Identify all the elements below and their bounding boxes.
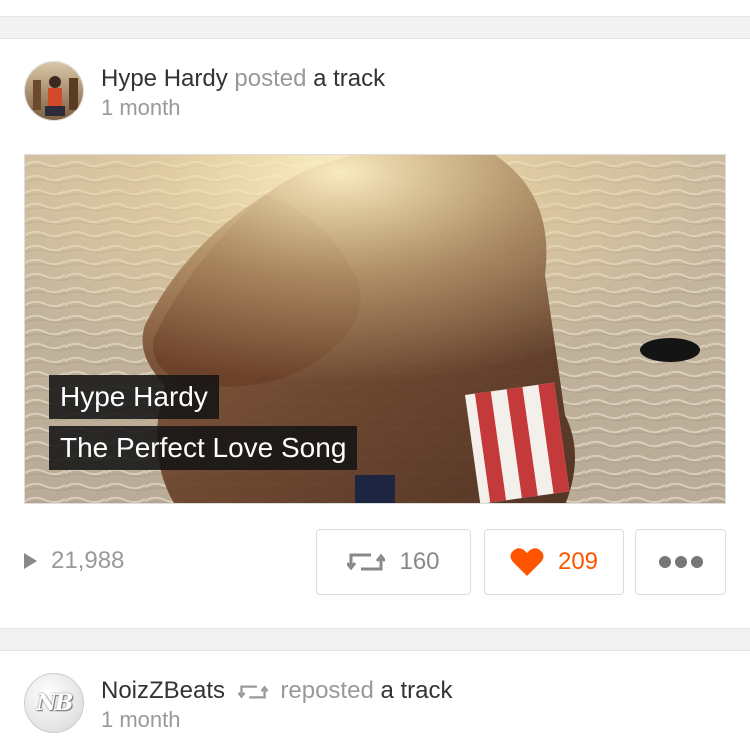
repost-object: a track bbox=[380, 677, 453, 704]
like-count: 209 bbox=[557, 548, 599, 575]
avatar-photo-icon bbox=[25, 62, 83, 120]
heart-icon bbox=[510, 548, 544, 576]
repost-action-line: NoizZBeats reposted a track bbox=[101, 676, 453, 706]
repost-button[interactable]: 160 bbox=[316, 529, 471, 595]
repost-verb: reposted bbox=[280, 677, 374, 704]
post-timestamp: 1 month bbox=[101, 95, 181, 120]
post-verb: posted bbox=[234, 65, 307, 92]
nb-logo-icon: NB bbox=[36, 690, 74, 716]
repost-inline-icon bbox=[237, 685, 268, 699]
noizzbeats-avatar[interactable]: NB bbox=[24, 673, 84, 733]
artwork-track-title[interactable]: The Perfect Love Song bbox=[49, 426, 358, 470]
repost-username[interactable]: NoizZBeats bbox=[101, 677, 225, 704]
repost-meta: NoizZBeats reposted a track 1 month bbox=[101, 676, 453, 734]
repost-timestamp: 1 month bbox=[101, 707, 181, 732]
more-options-button[interactable] bbox=[635, 529, 726, 595]
play-count-value: 21,988 bbox=[51, 547, 125, 574]
feed-card-repost: NB NoizZBeats reposted a track 1 month bbox=[0, 650, 750, 750]
post-action-line: Hype Hardy posted a track bbox=[101, 64, 385, 94]
post-username[interactable]: Hype Hardy bbox=[101, 65, 228, 92]
track-artwork[interactable]: Hype Hardy The Perfect Love Song bbox=[24, 154, 726, 504]
repost-header: NB NoizZBeats reposted a track 1 month bbox=[24, 673, 724, 743]
user-avatar[interactable] bbox=[24, 61, 84, 121]
more-dots-icon bbox=[658, 556, 703, 568]
play-count: 21,988 bbox=[24, 547, 124, 575]
repost-icon bbox=[347, 553, 386, 571]
post-object: a track bbox=[313, 65, 386, 92]
repost-count: 160 bbox=[399, 548, 440, 575]
play-icon bbox=[24, 553, 37, 569]
post-header: Hype Hardy posted a track 1 month bbox=[24, 61, 724, 123]
artwork-artist-label[interactable]: Hype Hardy bbox=[49, 375, 219, 419]
previous-feed-card bbox=[0, 0, 750, 17]
post-meta: Hype Hardy posted a track 1 month bbox=[101, 64, 385, 122]
feed-card-track: Hype Hardy posted a track 1 month Hype H… bbox=[0, 38, 750, 629]
like-button[interactable]: 209 bbox=[484, 529, 624, 595]
track-stats-bar: 21,988 160 209 bbox=[24, 529, 726, 595]
